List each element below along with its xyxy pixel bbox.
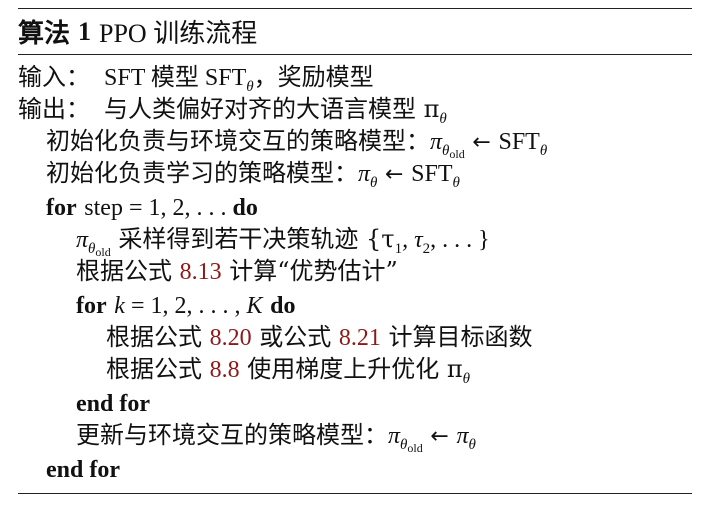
algorithm-box: 算法 1 PPO 训练流程 输入： SFT 模型 SFT θ ，奖励模型 输出： 与人类… [18, 8, 692, 483]
left-arrow-icon: ← [430, 424, 449, 449]
sft-model: SFT [498, 129, 540, 155]
K-variable: K [246, 293, 263, 319]
pi-symbol: π [388, 423, 401, 449]
init-interaction-policy-line: 初始化负责与环境交互的策略模型：πθold ← SFTθ [46, 125, 548, 161]
algorithm-name: PPO 训练流程 [99, 19, 258, 48]
advantage-line: 根据公式 8.13 计算“优势估计” [76, 255, 398, 287]
k-variable: k [114, 293, 125, 319]
theta-subscript: θ [462, 371, 471, 387]
algorithm-number: 1 [78, 16, 92, 46]
sample-text: 采样得到若干决策轨迹 {τ [110, 225, 395, 253]
init-interaction-text: 初始化负责与环境交互的策略模型： [46, 127, 430, 155]
sft-subscript: θ [539, 143, 548, 159]
sft-model: SFT [411, 161, 453, 187]
update-policy-line: 更新与环境交互的策略模型：πθold ← πθ [76, 419, 476, 455]
for-k-line: for k = 1, 2, . . . , K do [76, 289, 296, 321]
title-rule [18, 54, 692, 55]
theta-subscript: θ [370, 175, 378, 191]
pi-symbol: π [76, 227, 89, 253]
trajectory-tail: , . . . } [430, 227, 490, 253]
objective-line: 根据公式 8.20 或公式 8.21 计算目标函数 [106, 321, 533, 353]
advantage-tail: 计算“优势估计” [221, 257, 398, 285]
advantage-prefix: 根据公式 [76, 257, 180, 285]
end-for-outer-line: end for [46, 453, 120, 485]
equation-ref-8-13[interactable]: 8.13 [180, 259, 222, 285]
equation-ref-8-8[interactable]: 8.8 [210, 357, 240, 383]
objective-tail: 计算目标函数 [380, 323, 533, 351]
algorithm-label: 算法 [18, 19, 71, 49]
equation-ref-8-21[interactable]: 8.21 [339, 325, 381, 351]
input-tail: ，奖励模型 [253, 63, 374, 91]
gradient-line: 根据公式 8.8 使用梯度上升优化 πθ [106, 353, 471, 387]
k-range: = 1, 2, . . . , [124, 293, 247, 319]
algorithm-title: 算法 1 PPO 训练流程 [18, 9, 692, 54]
pi-symbol: π [430, 129, 443, 155]
input-line: 输入： SFT 模型 SFTθ，奖励模型 [18, 61, 374, 95]
update-text: 更新与环境交互的策略模型： [76, 421, 388, 449]
step-range: step = 1, 2, . . . [84, 195, 233, 221]
init-learning-policy-line: 初始化负责学习的策略模型：πθ ← SFTθ [46, 157, 460, 191]
gradient-tail: 使用梯度上升优化 π [239, 355, 463, 383]
do-keyword: do [270, 293, 296, 319]
for-keyword: for [76, 293, 107, 319]
input-label: 输入： [18, 63, 90, 91]
pi-symbol: π [456, 423, 469, 449]
tau-separator: , τ [402, 227, 423, 253]
sample-trajectories-line: πθold 采样得到若干决策轨迹 {τ1, τ2, . . . } [76, 223, 490, 259]
for-step-line: for step = 1, 2, . . . do [46, 191, 258, 223]
init-learning-text: 初始化负责学习的策略模型： [46, 159, 358, 187]
gradient-prefix: 根据公式 [106, 355, 210, 383]
left-arrow-icon: ← [385, 162, 404, 187]
output-text: 与人类偏好对齐的大语言模型 π [104, 95, 440, 123]
equation-ref-8-20[interactable]: 8.20 [210, 325, 252, 351]
input-text: SFT 模型 SFT [104, 65, 247, 91]
bottom-rule [18, 493, 692, 494]
sft-subscript: θ [452, 175, 460, 191]
end-for-keyword: end for [76, 391, 150, 417]
theta-old-subscript: θold [400, 437, 423, 455]
end-for-keyword: end for [46, 457, 120, 483]
output-line: 输出： 与人类偏好对齐的大语言模型 πθ [18, 93, 447, 127]
theta-subscript: θ [468, 437, 476, 453]
pi-symbol: π [358, 161, 371, 187]
left-arrow-icon: ← [472, 130, 491, 155]
end-for-inner-line: end for [76, 387, 150, 419]
output-label: 输出： [18, 95, 90, 123]
objective-prefix: 根据公式 [106, 323, 210, 351]
do-keyword: do [232, 195, 258, 221]
objective-mid: 或公式 [251, 323, 339, 351]
for-keyword: for [46, 195, 77, 221]
